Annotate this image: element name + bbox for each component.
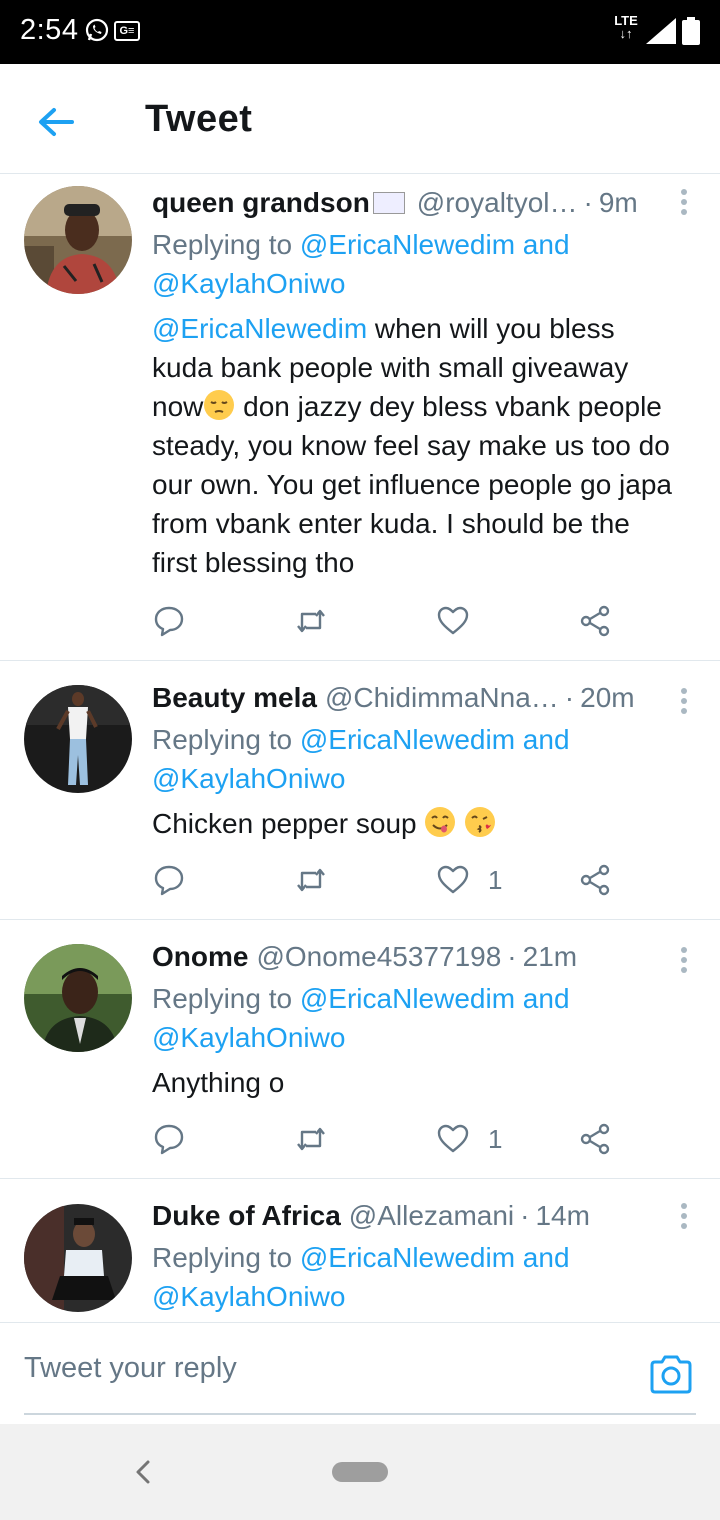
status-time: 2:54 [20, 14, 79, 46]
back-arrow-icon[interactable] [28, 94, 84, 150]
tweet-item[interactable]: Onome @Onome45377198 · 21m Replying to @… [0, 920, 720, 1179]
app-bar: Tweet [0, 64, 720, 174]
tweet-time[interactable]: 14m [535, 1198, 589, 1234]
separator-dot: · [564, 682, 575, 713]
tweet-header: Onome @Onome45377198 · 21m [152, 939, 662, 975]
tweet-time[interactable]: 21m [523, 939, 577, 975]
separator-dot: · [583, 187, 593, 218]
signal-icon [646, 18, 676, 44]
heart-icon [437, 606, 469, 635]
flag-emoji-icon [372, 192, 405, 214]
share-icon [580, 605, 610, 637]
camera-icon[interactable] [648, 1353, 694, 1395]
whatsapp-icon [85, 18, 109, 42]
user-name[interactable]: Duke of Africa [152, 1198, 341, 1234]
share-button[interactable] [578, 601, 612, 641]
reply-icon [154, 606, 184, 637]
lte-icon: LTE ↓↑ [614, 13, 638, 41]
avatar[interactable] [24, 685, 132, 793]
tweet-time[interactable]: 9m [599, 185, 638, 221]
yum-face-emoji-icon [425, 807, 456, 837]
tweet-actions [152, 601, 622, 641]
user-handle[interactable]: @ChidimmaNna… [325, 680, 559, 716]
tweet-text: Anything o [152, 1067, 285, 1098]
reply-input[interactable]: Tweet your reply [24, 1343, 584, 1393]
status-bar: 2:54 G≡ LTE ↓↑ [0, 0, 720, 64]
kissing-heart-emoji-icon [465, 807, 496, 837]
like-button[interactable] [436, 601, 488, 641]
separator-dot: · [520, 1200, 530, 1231]
share-button[interactable] [578, 860, 612, 900]
like-button[interactable]: 1 [436, 860, 502, 900]
tweet-time[interactable]: 20m [580, 680, 634, 716]
retweet-button[interactable] [294, 1119, 328, 1159]
tweet-text: @EricaNlewedim when will you bless kuda … [152, 313, 672, 578]
battery-icon [682, 17, 700, 45]
avatar[interactable] [24, 944, 132, 1052]
like-count: 1 [488, 1123, 503, 1154]
tweet-text: Chicken pepper soup [152, 804, 680, 843]
reply-button[interactable] [152, 860, 186, 900]
separator-dot: · [507, 941, 517, 972]
tweet-header: queen grandson @royaltyol… · 9m [152, 185, 662, 221]
user-handle[interactable]: @royaltyol… [417, 185, 578, 221]
retweet-button[interactable] [294, 601, 328, 641]
replying-to: Replying to @EricaNlewedim and @KaylahOn… [152, 724, 570, 794]
pensive-face-emoji-icon [204, 390, 235, 420]
retweet-icon [297, 609, 325, 633]
tweet-actions: 1 [152, 860, 622, 900]
replying-to: Replying to @EricaNlewedim and @KaylahOn… [152, 983, 570, 1053]
reply-icon [154, 1124, 184, 1155]
page-title: Tweet [145, 98, 253, 140]
like-button[interactable]: 1 [436, 1119, 502, 1159]
tweet-actions: 1 [152, 1119, 622, 1159]
reply-bar: Tweet your reply [0, 1322, 720, 1422]
reply-button[interactable] [152, 1119, 186, 1159]
tweet-header: Duke of Africa @Allezamani · 14m [152, 1198, 662, 1234]
avatar[interactable] [24, 1204, 132, 1312]
user-handle[interactable]: @Onome45377198 [256, 939, 501, 975]
share-button[interactable] [578, 1119, 612, 1159]
tweet-item[interactable]: queen grandson @royaltyol… · 9m Replying… [0, 175, 720, 661]
ge-icon: G≡ [114, 21, 140, 41]
replying-to: Replying to @EricaNlewedim and @KaylahOn… [152, 229, 570, 299]
retweet-icon [297, 1127, 325, 1151]
user-name[interactable]: queen grandson [152, 185, 370, 221]
retweet-icon [297, 868, 325, 892]
user-handle[interactable]: @Allezamani [349, 1198, 514, 1234]
retweet-button[interactable] [294, 860, 328, 900]
reply-input-underline [24, 1413, 696, 1415]
share-icon [580, 864, 610, 896]
avatar[interactable] [24, 186, 132, 294]
reply-icon [154, 865, 184, 896]
mention-link[interactable]: @EricaNlewedim [152, 313, 367, 344]
reply-button[interactable] [152, 601, 186, 641]
nav-back-icon[interactable] [128, 1454, 160, 1490]
tweet-item[interactable]: Beauty mela @ChidimmaNna… · 20m Replying… [0, 661, 720, 920]
heart-icon [437, 1124, 469, 1153]
heart-icon [437, 865, 469, 894]
replying-to: Replying to @EricaNlewedim and @KaylahOn… [152, 1242, 570, 1312]
share-icon [580, 1123, 610, 1155]
user-name[interactable]: Onome [152, 939, 248, 975]
user-name[interactable]: Beauty mela [152, 680, 317, 716]
nav-home-pill[interactable] [332, 1462, 388, 1482]
tweet-item[interactable]: Duke of Africa @Allezamani · 14m Replyin… [0, 1179, 720, 1322]
like-count: 1 [488, 864, 503, 895]
tweet-header: Beauty mela @ChidimmaNna… · 20m [152, 680, 662, 716]
